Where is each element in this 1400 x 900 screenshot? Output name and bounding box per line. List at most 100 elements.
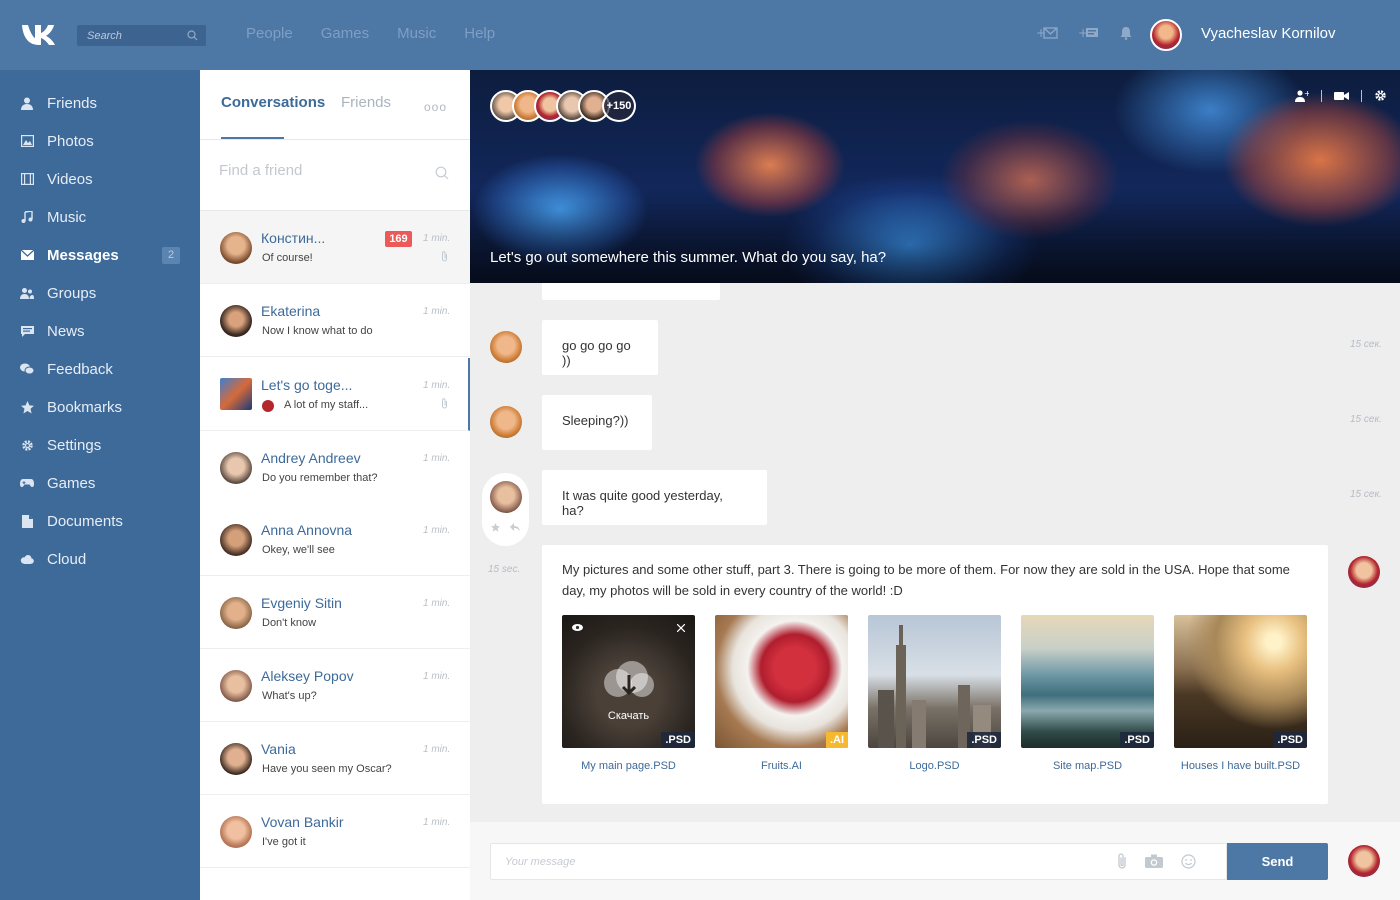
sidebar-item-documents[interactable]: Documents [0, 502, 200, 540]
attachments-grid: Скачать .PSD My main page.PSD .AI Fruits… [562, 615, 1307, 773]
sidebar-item-bookmarks[interactable]: Bookmarks [0, 388, 200, 426]
search-icon[interactable] [187, 30, 198, 41]
avatar [220, 597, 252, 629]
attachment-thumbnail[interactable]: .AI [715, 615, 848, 748]
sidebar-item-settings[interactable]: Settings [0, 426, 200, 464]
find-friend-input[interactable] [219, 162, 419, 179]
new-post-icon[interactable]: + [1078, 26, 1100, 40]
sidebar-item-friends[interactable]: Friends [0, 84, 200, 122]
message-input[interactable] [505, 844, 1105, 879]
message-input-box[interactable] [490, 843, 1227, 880]
conversation-item[interactable]: Evgeniy Sitin Don't know 1 min. [200, 576, 470, 649]
sidebar-label: Feedback [47, 360, 113, 378]
attachment-name[interactable]: My main page.PSD [562, 759, 695, 773]
download-label[interactable]: Скачать [562, 710, 695, 722]
more-options-button[interactable]: ooo [424, 100, 447, 114]
close-icon[interactable] [677, 624, 685, 632]
send-button[interactable]: Send [1227, 843, 1328, 880]
gear-icon[interactable] [1374, 89, 1387, 102]
composer-icons [1117, 853, 1196, 869]
sidebar-item-games[interactable]: Games [0, 464, 200, 502]
user-avatar[interactable] [1150, 19, 1182, 51]
conversation-item[interactable]: Andrey Andreev Do you remember that? 1 m… [200, 431, 470, 504]
reply-icon[interactable] [510, 523, 520, 532]
conversation-item[interactable]: Anna Annovna Okey, we'll see 1 min. [200, 503, 470, 576]
attachment-file[interactable]: .AI Fruits.AI [715, 615, 848, 773]
new-message-icon[interactable]: + [1036, 26, 1058, 40]
sender-avatar[interactable] [490, 331, 522, 363]
sidebar-item-news[interactable]: News [0, 312, 200, 350]
nav-music[interactable]: Music [397, 25, 436, 42]
sender-avatar[interactable] [490, 481, 522, 513]
message-time: 15 сек. [1350, 339, 1382, 350]
sidebar-label: Settings [47, 436, 102, 454]
photo-icon [20, 134, 34, 148]
star-icon [20, 400, 34, 414]
attachment-file[interactable]: Скачать .PSD My main page.PSD [562, 615, 695, 773]
search-icon[interactable] [435, 166, 449, 180]
conversation-preview: Do you remember that? [262, 472, 378, 484]
messages-count-badge: 2 [162, 246, 180, 264]
conversation-item[interactable]: Констин... Of course! 169 1 min. [200, 211, 470, 284]
attachment-thumbnail[interactable]: .PSD [1174, 615, 1307, 748]
camera-icon[interactable] [1145, 854, 1163, 868]
file-extension-badge: .AI [825, 732, 848, 748]
attachment-thumbnail[interactable]: Скачать .PSD [562, 615, 695, 748]
download-cloud-icon[interactable] [602, 659, 656, 701]
top-search-input[interactable] [77, 25, 177, 46]
file-extension-badge: .PSD [1273, 732, 1307, 748]
tab-friends[interactable]: Friends [341, 94, 391, 111]
smiley-icon[interactable] [1181, 853, 1196, 869]
message-bubble-partial [542, 283, 720, 300]
conversation-item[interactable]: Ekaterina Now I know what to do 1 min. [200, 284, 470, 357]
sidebar-item-photos[interactable]: Photos [0, 122, 200, 160]
sidebar-label: Messages [47, 246, 119, 264]
tab-conversations[interactable]: Conversations [221, 94, 325, 111]
nav-people[interactable]: People [246, 25, 293, 42]
nav-games[interactable]: Games [321, 25, 369, 42]
paperclip-icon[interactable] [1117, 853, 1127, 869]
message-bubble: go go go go )) [542, 320, 658, 375]
sidebar-item-cloud[interactable]: Cloud [0, 540, 200, 578]
vk-logo-icon[interactable] [20, 22, 60, 48]
attachment-thumbnail[interactable]: .PSD [1021, 615, 1154, 748]
conversation-item-selected[interactable]: Let's go toge... A lot of my staff... 1 … [200, 358, 470, 431]
sidebar-item-messages[interactable]: Messages 2 [0, 236, 200, 274]
attachment-thumbnail[interactable]: .PSD [868, 615, 1001, 748]
add-user-icon[interactable]: + [1294, 90, 1309, 102]
paperclip-icon [442, 251, 447, 262]
attachment-file[interactable]: .PSD Logo.PSD [868, 615, 1001, 773]
conversation-item[interactable]: Aleksey Popov What's up? 1 min. [200, 649, 470, 722]
sender-avatar[interactable] [490, 406, 522, 438]
user-name[interactable]: Vyacheslav Kornilov [1201, 25, 1336, 42]
sidebar-item-groups[interactable]: Groups [0, 274, 200, 312]
video-camera-icon[interactable] [1334, 91, 1349, 101]
news-icon [20, 324, 34, 338]
gamepad-icon [20, 476, 34, 490]
attachment-file[interactable]: .PSD Site map.PSD [1021, 615, 1154, 773]
sidebar-item-music[interactable]: Music [0, 198, 200, 236]
conversation-item[interactable]: Vovan Bankir I've got it 1 min. [200, 795, 470, 868]
sidebar-item-videos[interactable]: Videos [0, 160, 200, 198]
members-more-count[interactable]: +150 [602, 90, 636, 122]
my-avatar[interactable] [1348, 845, 1380, 877]
attachment-file[interactable]: .PSD Houses I have built.PSD [1174, 615, 1307, 773]
my-avatar[interactable] [1348, 556, 1380, 588]
sidebar-label: Bookmarks [47, 398, 123, 416]
attachment-name[interactable]: Logo.PSD [868, 759, 1001, 773]
star-icon[interactable] [491, 523, 500, 532]
conversation-preview: Of course! [262, 252, 313, 264]
attachment-name[interactable]: Fruits.AI [715, 759, 848, 773]
top-search[interactable] [77, 25, 206, 46]
nav-help[interactable]: Help [464, 25, 495, 42]
conversation-time: 1 min. [423, 817, 451, 828]
conversation-item[interactable]: Vania Have you seen my Oscar? 1 min. [200, 722, 470, 795]
avatar [220, 524, 252, 556]
eye-icon[interactable] [572, 624, 583, 631]
conversation-name: Anna Annovna [261, 522, 353, 538]
bell-icon[interactable] [1120, 26, 1132, 40]
sidebar-item-feedback[interactable]: Feedback [0, 350, 200, 388]
attachment-name[interactable]: Houses I have built.PSD [1174, 759, 1307, 773]
attachment-name[interactable]: Site map.PSD [1021, 759, 1154, 773]
sidebar-label: Documents [47, 512, 123, 530]
